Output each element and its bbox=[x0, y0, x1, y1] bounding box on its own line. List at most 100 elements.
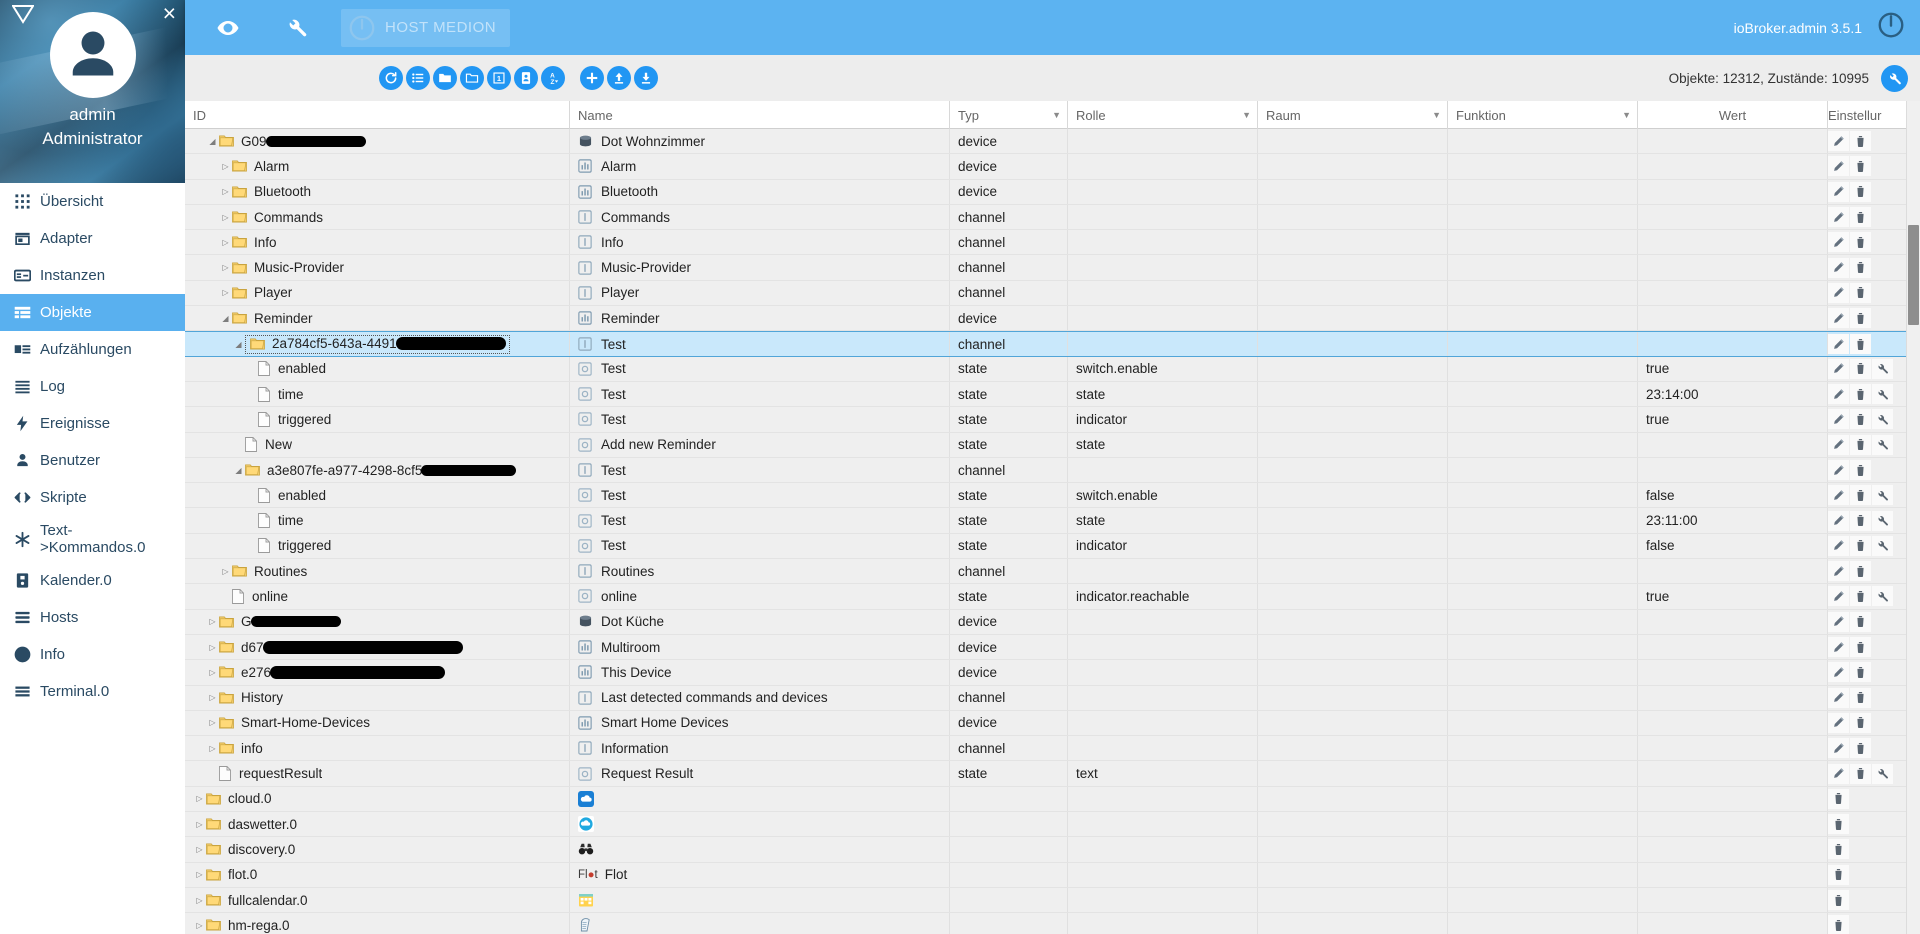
edit-action-button[interactable] bbox=[1828, 181, 1849, 202]
delete-action-button[interactable] bbox=[1850, 510, 1871, 531]
id-card-button[interactable] bbox=[514, 66, 538, 90]
wrench-action-button[interactable] bbox=[1872, 409, 1893, 430]
wrench-action-button[interactable] bbox=[1872, 434, 1893, 455]
table-row[interactable]: time Test state state 23:11:00 bbox=[185, 508, 1920, 534]
edit-action-button[interactable] bbox=[1828, 334, 1849, 355]
refresh-button[interactable] bbox=[379, 66, 403, 90]
chevron-down-icon[interactable]: ▼ bbox=[1052, 110, 1061, 120]
table-row[interactable]: ▷ e276 This Device device bbox=[185, 660, 1920, 686]
column-header-wert[interactable]: Wert bbox=[1638, 101, 1828, 129]
sidebar-item-log[interactable]: Log bbox=[0, 368, 185, 405]
expand-all-button[interactable] bbox=[433, 66, 457, 90]
sort-az-button[interactable]: AZ bbox=[541, 66, 565, 90]
expander-closed-icon[interactable]: ▷ bbox=[193, 794, 206, 803]
sidebar-item-ereignisse[interactable]: Ereignisse bbox=[0, 405, 185, 442]
expander-closed-icon[interactable]: ▷ bbox=[219, 567, 232, 576]
delete-action-button[interactable] bbox=[1828, 839, 1849, 860]
edit-action-button[interactable] bbox=[1828, 409, 1849, 430]
edit-action-button[interactable] bbox=[1828, 434, 1849, 455]
edit-action-button[interactable] bbox=[1828, 358, 1849, 379]
sidebar-item-instanzen[interactable]: Instanzen bbox=[0, 257, 185, 294]
level-one-button[interactable]: 1 bbox=[487, 66, 511, 90]
expander-closed-icon[interactable]: ▷ bbox=[219, 263, 232, 272]
table-row[interactable]: ▷ fullcalendar.0 bbox=[185, 887, 1920, 914]
edit-action-button[interactable] bbox=[1828, 131, 1849, 152]
sidebar-item-info[interactable]: Info bbox=[0, 636, 185, 673]
delete-action-button[interactable] bbox=[1850, 763, 1871, 784]
delete-action-button[interactable] bbox=[1850, 181, 1871, 202]
edit-action-button[interactable] bbox=[1828, 637, 1849, 658]
expander-closed-icon[interactable]: ▷ bbox=[219, 288, 232, 297]
expander-closed-icon[interactable]: ▷ bbox=[219, 162, 232, 171]
table-row[interactable]: ▷ Alarm Alarm device bbox=[185, 154, 1920, 180]
delete-action-button[interactable] bbox=[1828, 915, 1849, 934]
sidebar-item-terminal-0[interactable]: Terminal.0 bbox=[0, 673, 185, 710]
expander-closed-icon[interactable]: ▷ bbox=[193, 921, 206, 930]
delete-action-button[interactable] bbox=[1828, 864, 1849, 885]
edit-action-button[interactable] bbox=[1828, 738, 1849, 759]
expander-closed-icon[interactable]: ▷ bbox=[206, 617, 219, 626]
edit-action-button[interactable] bbox=[1828, 763, 1849, 784]
chevron-down-icon[interactable]: ▼ bbox=[1242, 110, 1251, 120]
wrench-action-button[interactable] bbox=[1872, 535, 1893, 556]
delete-action-button[interactable] bbox=[1850, 662, 1871, 683]
table-row[interactable]: New Add new Reminder state state bbox=[185, 432, 1920, 458]
delete-action-button[interactable] bbox=[1850, 207, 1871, 228]
expander-closed-icon[interactable]: ▷ bbox=[219, 187, 232, 196]
delete-action-button[interactable] bbox=[1850, 535, 1871, 556]
table-row[interactable]: ▷ flot.0 Fl●t Flot bbox=[185, 862, 1920, 888]
edit-action-button[interactable] bbox=[1828, 561, 1849, 582]
delete-action-button[interactable] bbox=[1850, 687, 1871, 708]
delete-action-button[interactable] bbox=[1828, 890, 1849, 911]
table-row[interactable]: triggered Test state indicator true bbox=[185, 407, 1920, 433]
table-row[interactable]: enabled Test state switch.enable true bbox=[185, 356, 1920, 382]
object-id-input[interactable]: 2a784cf5-643a-4491 bbox=[245, 334, 510, 354]
export-button[interactable] bbox=[634, 66, 658, 90]
edit-action-button[interactable] bbox=[1828, 586, 1849, 607]
sidebar-item-bersicht[interactable]: Übersicht bbox=[0, 183, 185, 220]
edit-action-button[interactable] bbox=[1828, 535, 1849, 556]
column-header-name[interactable]: Name bbox=[570, 101, 950, 129]
edit-action-button[interactable] bbox=[1828, 232, 1849, 253]
delete-action-button[interactable] bbox=[1850, 156, 1871, 177]
table-row[interactable]: ▷ Smart-Home-Devices Smart Home Devices dev… bbox=[185, 710, 1920, 737]
delete-action-button[interactable] bbox=[1850, 586, 1871, 607]
delete-action-button[interactable] bbox=[1850, 712, 1871, 733]
edit-action-button[interactable] bbox=[1828, 611, 1849, 632]
wrench-action-button[interactable] bbox=[1872, 510, 1893, 531]
delete-action-button[interactable] bbox=[1850, 358, 1871, 379]
expander-open-icon[interactable]: ◢ bbox=[219, 314, 232, 323]
edit-action-button[interactable] bbox=[1828, 207, 1849, 228]
table-row[interactable]: ◢ G09 Dot Wohnzimmer device bbox=[185, 129, 1920, 155]
expander-closed-icon[interactable]: ▷ bbox=[193, 820, 206, 829]
table-row[interactable]: ▷ info Information channel bbox=[185, 736, 1920, 762]
table-row[interactable]: time Test state state 23:14:00 bbox=[185, 381, 1920, 408]
close-icon[interactable]: × bbox=[163, 2, 176, 25]
column-header-typ[interactable]: Typ ▼ bbox=[950, 101, 1068, 129]
delete-action-button[interactable] bbox=[1850, 334, 1871, 355]
delete-action-button[interactable] bbox=[1850, 409, 1871, 430]
column-header-rolle[interactable]: Rolle ▼ bbox=[1068, 101, 1258, 129]
table-row[interactable]: ◢ a3e807fe-a977-4298-8cf5 Test channel bbox=[185, 457, 1920, 484]
import-button[interactable] bbox=[607, 66, 631, 90]
delete-action-button[interactable] bbox=[1850, 131, 1871, 152]
sidebar-item-objekte[interactable]: Objekte bbox=[0, 294, 185, 331]
column-header-raum[interactable]: Raum ▼ bbox=[1258, 101, 1448, 129]
host-selector[interactable]: HOST MEDION bbox=[341, 8, 511, 47]
delete-action-button[interactable] bbox=[1850, 637, 1871, 658]
table-row[interactable]: ▷ History Last detected commands and devic… bbox=[185, 685, 1920, 711]
edit-action-button[interactable] bbox=[1828, 384, 1849, 405]
table-row[interactable]: ▷ Bluetooth Bluetooth device bbox=[185, 179, 1920, 205]
chevron-down-icon[interactable]: ▼ bbox=[1622, 110, 1631, 120]
delete-action-button[interactable] bbox=[1850, 611, 1871, 632]
edit-action-button[interactable] bbox=[1828, 687, 1849, 708]
edit-action-button[interactable] bbox=[1828, 282, 1849, 303]
settings-button[interactable] bbox=[1881, 64, 1908, 92]
table-row[interactable]: ▷ cloud.0 bbox=[185, 786, 1920, 813]
wrench-action-button[interactable] bbox=[1872, 485, 1893, 506]
edit-action-button[interactable] bbox=[1828, 712, 1849, 733]
sidebar-item-adapter[interactable]: Adapter bbox=[0, 220, 185, 257]
table-row[interactable]: ▷ Player Player channel bbox=[185, 280, 1920, 307]
sidebar-item-aufz-hlungen[interactable]: Aufzählungen bbox=[0, 331, 185, 368]
wrench-action-button[interactable] bbox=[1872, 586, 1893, 607]
